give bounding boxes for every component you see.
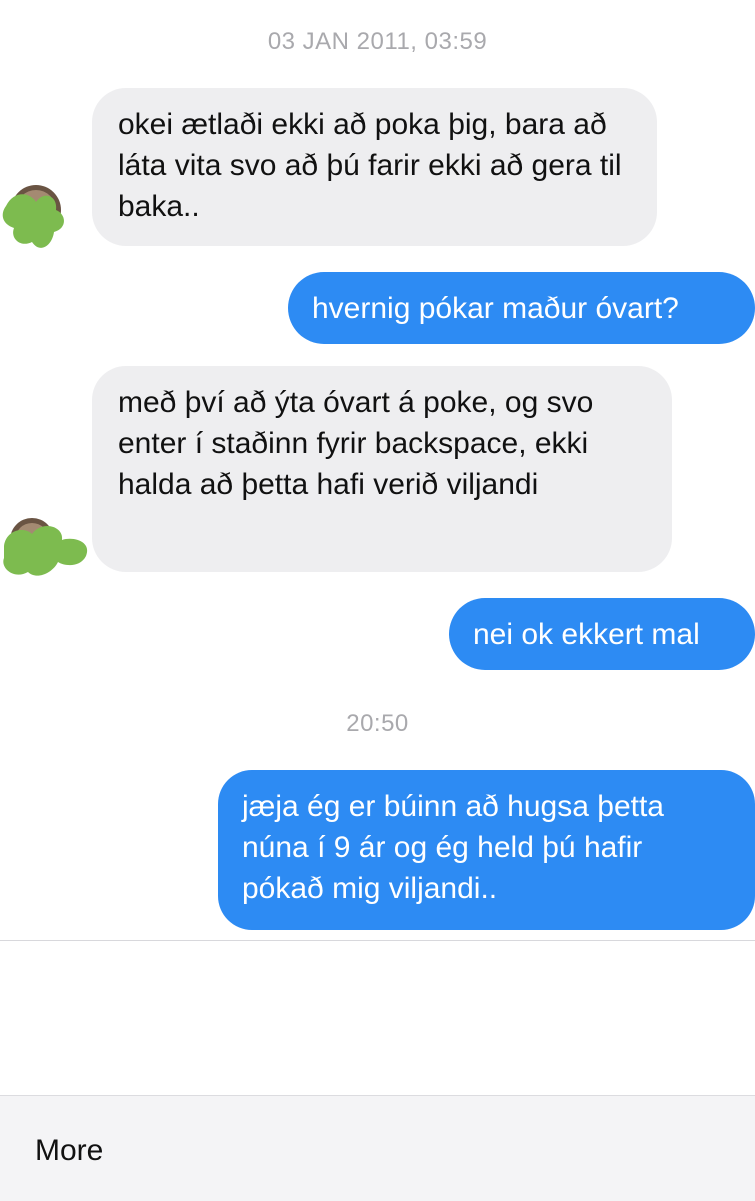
- message-bubble-incoming[interactable]: okei ætlaði ekki að poka þig, bara að lá…: [92, 88, 657, 246]
- blank-area: [0, 941, 755, 1095]
- message-text: með því að ýta óvart á poke, og svo ente…: [118, 386, 594, 501]
- avatar-icon[interactable]: [0, 184, 92, 256]
- message-text: hvernig pókar maður óvart?: [312, 292, 679, 325]
- message-thread: 03 JAN 2011, 03:59 okei ætlaði ekki að p…: [0, 0, 755, 940]
- message-bubble-incoming[interactable]: með því að ýta óvart á poke, og svo ente…: [92, 366, 672, 572]
- timestamp-header: 03 JAN 2011, 03:59: [267, 28, 488, 55]
- message-text: nei ok ekkert mal: [473, 618, 700, 651]
- message-bubble-outgoing[interactable]: nei ok ekkert mal: [449, 598, 755, 670]
- bottom-bar: More: [0, 1095, 755, 1201]
- avatar-icon[interactable]: [0, 512, 92, 584]
- message-text: okei ætlaði ekki að poka þig, bara að lá…: [118, 108, 622, 223]
- timestamp-time: 20:50: [346, 710, 409, 737]
- more-button[interactable]: More: [35, 1134, 103, 1168]
- message-bubble-outgoing[interactable]: hvernig pókar maður óvart?: [288, 272, 755, 344]
- message-bubble-outgoing[interactable]: jæja ég er búinn að hugsa þetta núna í 9…: [218, 770, 755, 930]
- message-text: jæja ég er búinn að hugsa þetta núna í 9…: [242, 790, 664, 905]
